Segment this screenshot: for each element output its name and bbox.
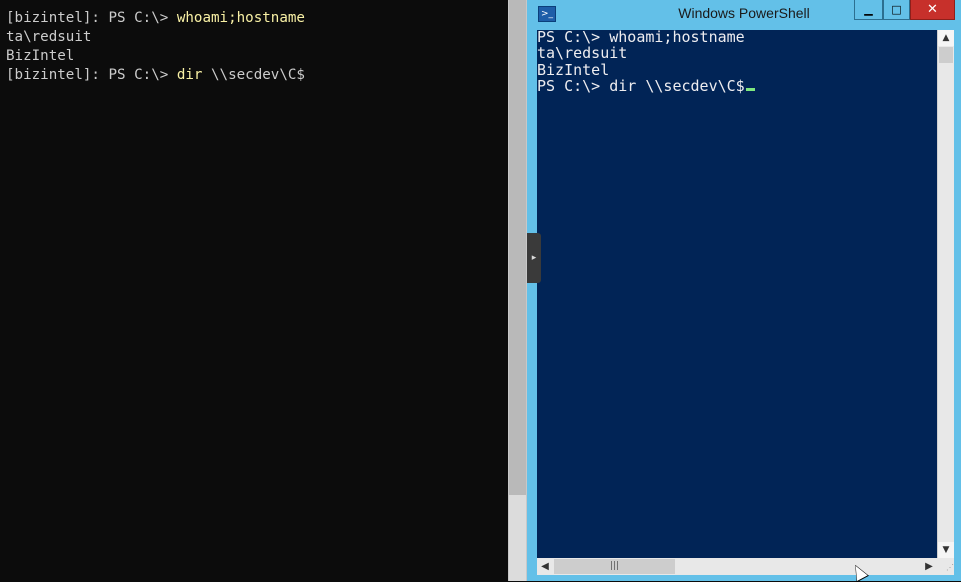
command-text: whoami;hostname	[176, 10, 305, 26]
minimize-button[interactable]: ▁	[854, 0, 883, 20]
close-button[interactable]: ✕	[910, 0, 955, 20]
scroll-right-arrow-icon[interactable]: ▶	[921, 558, 937, 575]
close-icon: ✕	[927, 2, 938, 17]
command-keyword: dir	[176, 67, 203, 83]
scroll-left-arrow-icon[interactable]: ◀	[537, 558, 553, 575]
prompt: [bizintel]: PS C:\>	[6, 67, 177, 83]
output-line: BizIntel	[6, 48, 75, 64]
maximize-button[interactable]: □	[883, 0, 910, 20]
console-output: PS C:\> whoami;hostname ta\redsuit BizIn…	[537, 29, 755, 94]
powershell-console[interactable]: PS C:\> whoami;hostname ta\redsuit BizIn…	[537, 29, 937, 558]
console-line: PS C:\> whoami;hostname	[537, 28, 745, 46]
left-scrollbar-track[interactable]	[509, 495, 526, 581]
expand-arrow-icon: ▸	[531, 253, 537, 263]
console-line: ta\redsuit	[537, 44, 628, 63]
maximize-icon: □	[891, 3, 902, 16]
horizontal-scrollbar-thumb[interactable]: |||	[554, 559, 675, 574]
powershell-window: >_ Windows PowerShell ▁ □ ✕ PS C:\> whoa…	[527, 0, 961, 581]
vertical-scrollbar[interactable]: ▲ ▼	[937, 30, 954, 558]
console-line: PS C:\> dir \\secdev\C$	[537, 76, 745, 95]
left-terminal-output: [bizintel]: PS C:\> whoami;hostname ta\r…	[6, 9, 305, 85]
command-args: \\secdev\C$	[202, 67, 305, 83]
resize-grip-icon[interactable]: ⋰	[937, 558, 954, 575]
console-line: BizIntel	[537, 60, 610, 79]
scroll-down-arrow-icon[interactable]: ▼	[938, 542, 954, 558]
left-scrollbar-thumb[interactable]	[509, 0, 526, 495]
left-terminal-pane[interactable]: [bizintel]: PS C:\> whoami;hostname ta\r…	[0, 0, 508, 581]
vertical-scrollbar-thumb[interactable]	[939, 47, 953, 63]
title-bar[interactable]: >_ Windows PowerShell ▁ □ ✕	[527, 0, 961, 30]
minimize-icon: ▁	[864, 3, 873, 16]
splitter-handle[interactable]: ▸	[527, 233, 541, 283]
prompt: [bizintel]: PS C:\>	[6, 10, 177, 26]
scroll-up-arrow-icon[interactable]: ▲	[938, 30, 954, 46]
output-line: ta\redsuit	[6, 29, 92, 45]
horizontal-scrollbar[interactable]: ◀ ||| ▶	[537, 558, 937, 575]
text-cursor	[745, 87, 755, 91]
